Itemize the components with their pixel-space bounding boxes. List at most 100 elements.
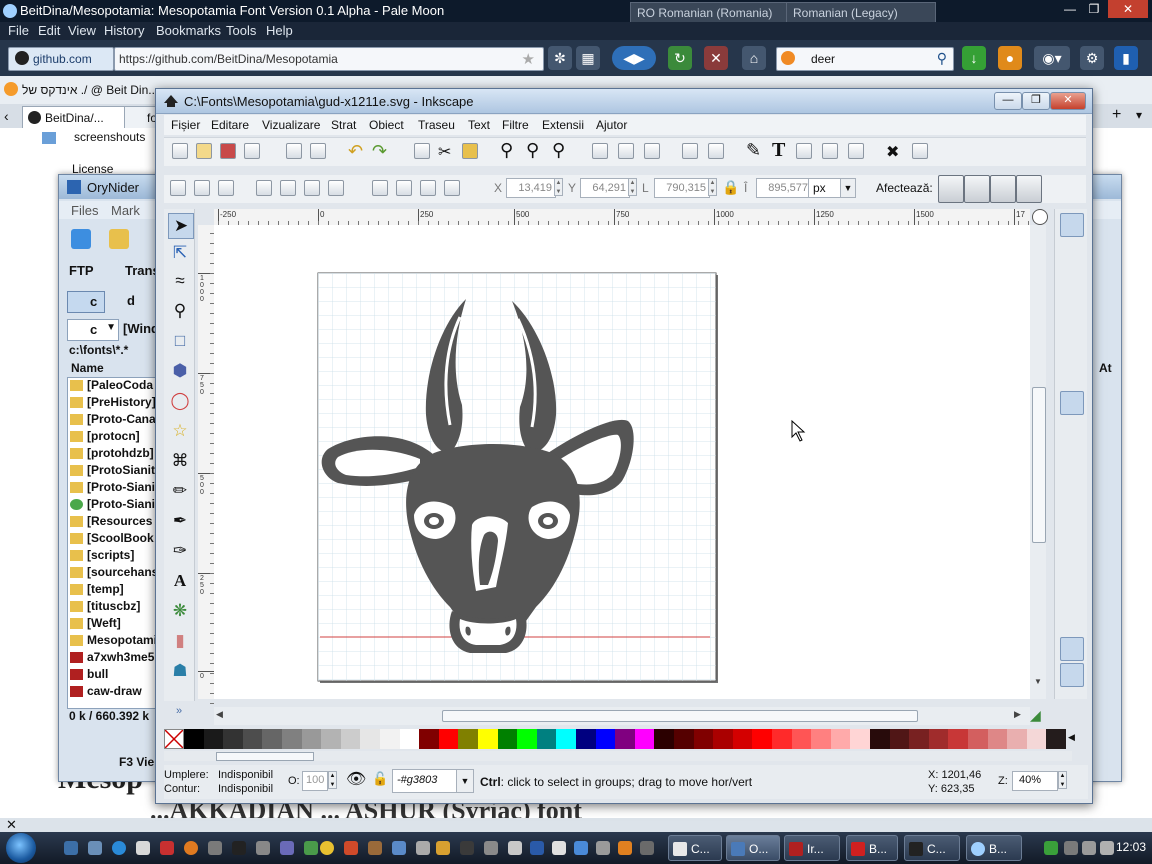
snap-intersections-icon[interactable] (1060, 445, 1082, 467)
keyboard-layout-indicator[interactable]: Romanian (Legacy) (786, 2, 936, 24)
x-spin-arrows[interactable]: ▲ ▼ (554, 178, 563, 196)
snap-paths-icon[interactable] (1060, 419, 1082, 441)
color-swatch[interactable] (928, 729, 949, 749)
color-swatch[interactable] (870, 729, 890, 749)
snap-bbox-corner-icon[interactable] (1060, 305, 1082, 327)
snap-rotation-center-icon[interactable] (1060, 575, 1082, 597)
color-swatch[interactable] (438, 729, 459, 749)
bookmark-item[interactable]: אינדקס של ./ @ Beit Din... (22, 83, 158, 97)
snap-centers-icon[interactable] (1060, 549, 1082, 571)
list-item[interactable]: [sourcehans (70, 565, 164, 581)
color-swatch[interactable] (399, 729, 420, 749)
taskbar-item[interactable]: Ir... (784, 835, 840, 861)
preferences-icon[interactable]: ✖ (886, 142, 899, 162)
color-swatch[interactable] (380, 729, 400, 749)
quicklaunch-cmd-icon[interactable] (232, 841, 246, 855)
color-swatch[interactable] (968, 729, 988, 749)
inkscape-close-button[interactable]: ✕ (1050, 92, 1086, 110)
horizontal-scroll-thumb[interactable] (442, 710, 918, 722)
snap-bbox-icon[interactable] (1060, 249, 1082, 271)
scale-stroke-icon[interactable] (938, 175, 964, 203)
color-swatch[interactable] (693, 729, 714, 749)
star-icon[interactable]: ★ (522, 50, 535, 68)
menu-ajutor[interactable]: Ajutor (596, 118, 627, 132)
tray-icon[interactable] (1064, 841, 1078, 855)
downloads-icon[interactable]: ↓ (962, 46, 986, 70)
close-button[interactable]: ✕ (1108, 0, 1148, 18)
xml-icon[interactable] (822, 143, 838, 159)
quicklaunch-app-icon[interactable] (344, 841, 358, 855)
eraser-tool-icon[interactable]: ▮ (168, 629, 192, 653)
tweak-tool-icon[interactable]: ≈ (168, 269, 192, 293)
paint-bucket-tool-icon[interactable]: ☗ (168, 659, 192, 683)
taskbar-item[interactable]: B... (966, 835, 1022, 861)
quicklaunch-chrome-icon[interactable] (320, 841, 334, 855)
color-swatch[interactable] (203, 729, 224, 749)
color-swatch[interactable] (223, 729, 244, 749)
deselect-icon[interactable] (218, 180, 234, 196)
color-swatch[interactable] (282, 729, 302, 749)
tab-scroll-left-icon[interactable]: ‹ (4, 108, 9, 124)
x-input[interactable] (506, 178, 556, 198)
rotate-cw-icon[interactable] (280, 180, 296, 196)
unit-select[interactable]: px ▼ (808, 178, 856, 198)
quicklaunch-app-icon[interactable] (208, 841, 222, 855)
eye-icon[interactable]: 👁 (346, 769, 366, 789)
snap-page-border-icon[interactable] (1060, 609, 1082, 631)
color-swatch[interactable] (242, 729, 263, 749)
quicklaunch-app-icon[interactable] (460, 841, 474, 855)
quicklaunch-explorer-icon[interactable] (88, 841, 102, 855)
xml-editor-icon[interactable]: ✎ (746, 140, 761, 161)
palette-menu-icon[interactable]: ◀ (1068, 732, 1075, 743)
color-swatch[interactable] (791, 729, 812, 749)
zoom-tool-icon[interactable]: ⚲ (168, 299, 192, 323)
list-item[interactable]: [ProtoSianit (70, 463, 164, 479)
maximize-button[interactable]: ❐ (1082, 0, 1106, 18)
color-swatch[interactable] (556, 729, 577, 749)
color-swatch[interactable] (340, 729, 361, 749)
color-swatch[interactable] (987, 729, 1008, 749)
color-swatch[interactable] (497, 729, 518, 749)
drive-select[interactable]: c ▼ (67, 319, 119, 341)
no-paint-swatch[interactable] (164, 729, 184, 749)
width-spin-arrows[interactable]: ▲ ▼ (708, 178, 717, 196)
scroll-left-icon[interactable]: ◀ (216, 709, 223, 720)
color-swatch[interactable] (1007, 729, 1028, 749)
list-item[interactable]: [Proto-Siani (70, 497, 164, 513)
vertical-scroll-thumb[interactable] (1032, 387, 1046, 543)
export-icon[interactable] (310, 143, 326, 159)
color-swatch[interactable] (517, 729, 538, 749)
transform-patterns-icon[interactable] (1016, 175, 1042, 203)
search-icon[interactable]: ⚲ (937, 50, 947, 67)
color-swatch[interactable] (909, 729, 930, 749)
color-swatch[interactable] (752, 729, 773, 749)
flip-horizontal-icon[interactable] (304, 180, 320, 196)
list-item[interactable]: a7xwh3me5 (70, 650, 164, 666)
color-swatch[interactable] (419, 729, 440, 749)
color-swatch[interactable] (948, 729, 969, 749)
snap-bbox-center-icon[interactable] (1060, 361, 1082, 383)
quicklaunch-app-icon[interactable] (640, 841, 654, 855)
search-input[interactable]: deer ⚲ (776, 47, 954, 71)
vertical-scrollbar[interactable]: ▼ (1030, 225, 1046, 699)
home-button[interactable]: ⌂ (742, 46, 766, 70)
list-item[interactable]: [Proto-Siani (70, 480, 164, 496)
undo-icon[interactable]: ↶ (348, 141, 363, 162)
rectangle-tool-icon[interactable]: □ (168, 329, 192, 353)
quicklaunch-app-icon[interactable] (136, 841, 150, 855)
scroll-right-icon[interactable]: ▶ (1014, 709, 1021, 720)
opacity-input[interactable]: 100 (302, 771, 328, 791)
orynider-menu-files[interactable]: Files (71, 203, 98, 218)
quicklaunch-app-icon[interactable] (552, 841, 566, 855)
new-tab-icon[interactable]: + (1112, 106, 1121, 124)
menu-edit[interactable]: Edit (38, 23, 60, 38)
list-item[interactable]: caw-draw (70, 684, 164, 700)
color-swatch[interactable] (576, 729, 596, 749)
quicklaunch-ie-icon[interactable] (112, 841, 126, 855)
snap-bbox-edge-icon[interactable] (1060, 277, 1082, 299)
scroll-down-icon[interactable]: ▼ (1034, 677, 1042, 686)
snap-guides-icon[interactable] (1060, 663, 1084, 687)
color-swatch[interactable] (889, 729, 910, 749)
text-tool-icon[interactable]: T (772, 139, 785, 162)
toolbox-overflow-icon[interactable]: » (176, 705, 182, 717)
